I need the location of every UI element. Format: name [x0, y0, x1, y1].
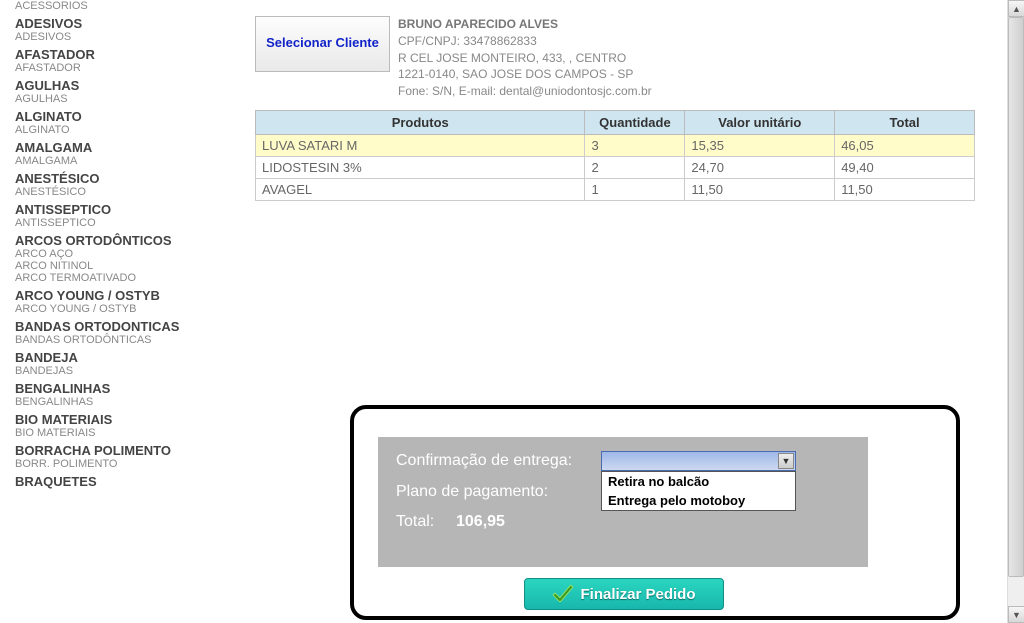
category-item[interactable]: ANTISSEPTICO — [15, 202, 215, 217]
subcategory-item[interactable]: ALGINATO — [15, 124, 215, 136]
category-item[interactable]: ARCO YOUNG / OSTYB — [15, 288, 215, 303]
client-addr1: R CEL JOSE MONTEIRO, 433, , CENTRO — [398, 50, 652, 67]
delivery-select[interactable] — [601, 451, 796, 471]
subcategory-item[interactable]: AFASTADOR — [15, 62, 215, 74]
page-scrollbar[interactable]: ▲ ▼ — [1007, 0, 1024, 623]
total-label: Total: — [396, 513, 456, 531]
table-row[interactable]: AVAGEL111,5011,50 — [256, 178, 975, 200]
dropdown-option[interactable]: Entrega pelo motoboy — [602, 491, 795, 510]
summary-box: Confirmação de entrega: ▼ Retira no balc… — [378, 437, 868, 567]
subcategory-item[interactable]: AMALGAMA — [15, 155, 215, 167]
table-cell: 46,05 — [835, 134, 975, 156]
dropdown-option[interactable]: Retira no balcão — [602, 472, 795, 491]
order-summary-panel: Confirmação de entrega: ▼ Retira no balc… — [350, 405, 960, 620]
subcategory-item[interactable]: ANESTÉSICO — [15, 186, 215, 198]
total-value: 106,95 — [456, 513, 505, 531]
category-item[interactable]: AGULHAS — [15, 78, 215, 93]
subcategory-item[interactable]: ADESIVOS — [15, 31, 215, 43]
scroll-thumb[interactable] — [1008, 17, 1024, 577]
category-sidebar[interactable]: ACESSORIOS ADESIVOSADESIVOS AFASTADORAFAST… — [0, 0, 215, 623]
table-cell: 24,70 — [685, 156, 835, 178]
table-row[interactable]: LUVA SATARI M315,3546,05 — [256, 134, 975, 156]
subcategory-item[interactable]: ARCO AÇO — [15, 248, 215, 260]
subcategory-item[interactable]: BENGALINHAS — [15, 396, 215, 408]
table-cell: 11,50 — [685, 178, 835, 200]
client-doc: CPF/CNPJ: 33478862833 — [398, 33, 652, 50]
subcategory-item[interactable]: ARCO YOUNG / OSTYB — [15, 303, 215, 315]
subcategory-item[interactable]: ACESSORIOS — [15, 0, 215, 12]
category-item[interactable]: BANDAS ORTODONTICAS — [15, 319, 215, 334]
client-name: BRUNO APARECIDO ALVES — [398, 16, 652, 33]
subcategory-item[interactable]: ARCO NITINOL — [15, 260, 215, 272]
category-item[interactable]: BENGALINHAS — [15, 381, 215, 396]
finish-order-button[interactable]: Finalizar Pedido — [524, 578, 724, 610]
scroll-down-icon[interactable]: ▼ — [1008, 606, 1024, 623]
category-item[interactable]: ARCOS ORTODÔNTICOS — [15, 233, 215, 248]
th-quantidade: Quantidade — [585, 110, 685, 134]
subcategory-item[interactable]: ARCO TERMOATIVADO — [15, 272, 215, 284]
subcategory-item[interactable]: ANTISSEPTICO — [15, 217, 215, 229]
subcategory-item[interactable]: BIO MATERIAIS — [15, 427, 215, 439]
table-cell: 3 — [585, 134, 685, 156]
category-item[interactable]: ANESTÉSICO — [15, 171, 215, 186]
finish-order-label: Finalizar Pedido — [580, 586, 695, 603]
category-item[interactable]: BIO MATERIAIS — [15, 412, 215, 427]
category-item[interactable]: BRAQUETES — [15, 474, 215, 489]
subcategory-item[interactable]: BANDAS ORTODÔNTICAS — [15, 334, 215, 346]
table-cell: AVAGEL — [256, 178, 585, 200]
chevron-down-icon[interactable]: ▼ — [778, 453, 794, 469]
category-item[interactable]: AMALGAMA — [15, 140, 215, 155]
th-produtos: Produtos — [256, 110, 585, 134]
client-info: BRUNO APARECIDO ALVES CPF/CNPJ: 33478862… — [398, 16, 652, 100]
th-total: Total — [835, 110, 975, 134]
subcategory-item[interactable]: BANDEJAS — [15, 365, 215, 377]
table-row[interactable]: LIDOSTESIN 3%224,7049,40 — [256, 156, 975, 178]
delivery-dropdown: Retira no balcãoEntrega pelo motoboy — [601, 471, 796, 511]
table-cell: 49,40 — [835, 156, 975, 178]
subcategory-item[interactable]: BORR. POLIMENTO — [15, 458, 215, 470]
delivery-confirm-label: Confirmação de entrega: — [396, 452, 601, 470]
payment-plan-label: Plano de pagamento: — [396, 483, 601, 501]
scroll-track[interactable] — [1008, 17, 1024, 606]
scroll-up-icon[interactable]: ▲ — [1008, 0, 1024, 17]
client-contact: Fone: S/N, E-mail: dental@uniodontosjc.c… — [398, 83, 652, 100]
table-cell: LUVA SATARI M — [256, 134, 585, 156]
table-cell: 1 — [585, 178, 685, 200]
client-addr2: 1221-0140, SAO JOSE DOS CAMPOS - SP — [398, 66, 652, 83]
category-item[interactable]: BANDEJA — [15, 350, 215, 365]
table-cell: 15,35 — [685, 134, 835, 156]
table-cell: 11,50 — [835, 178, 975, 200]
category-item[interactable]: ALGINATO — [15, 109, 215, 124]
category-item[interactable]: AFASTADOR — [15, 47, 215, 62]
subcategory-item[interactable]: AGULHAS — [15, 93, 215, 105]
select-client-button[interactable]: Selecionar Cliente — [255, 16, 390, 72]
table-cell: LIDOSTESIN 3% — [256, 156, 585, 178]
products-table: Produtos Quantidade Valor unitário Total… — [255, 110, 975, 201]
category-item[interactable]: BORRACHA POLIMENTO — [15, 443, 215, 458]
table-cell: 2 — [585, 156, 685, 178]
category-item[interactable]: ADESIVOS — [15, 16, 215, 31]
th-valor: Valor unitário — [685, 110, 835, 134]
check-icon — [552, 583, 574, 605]
